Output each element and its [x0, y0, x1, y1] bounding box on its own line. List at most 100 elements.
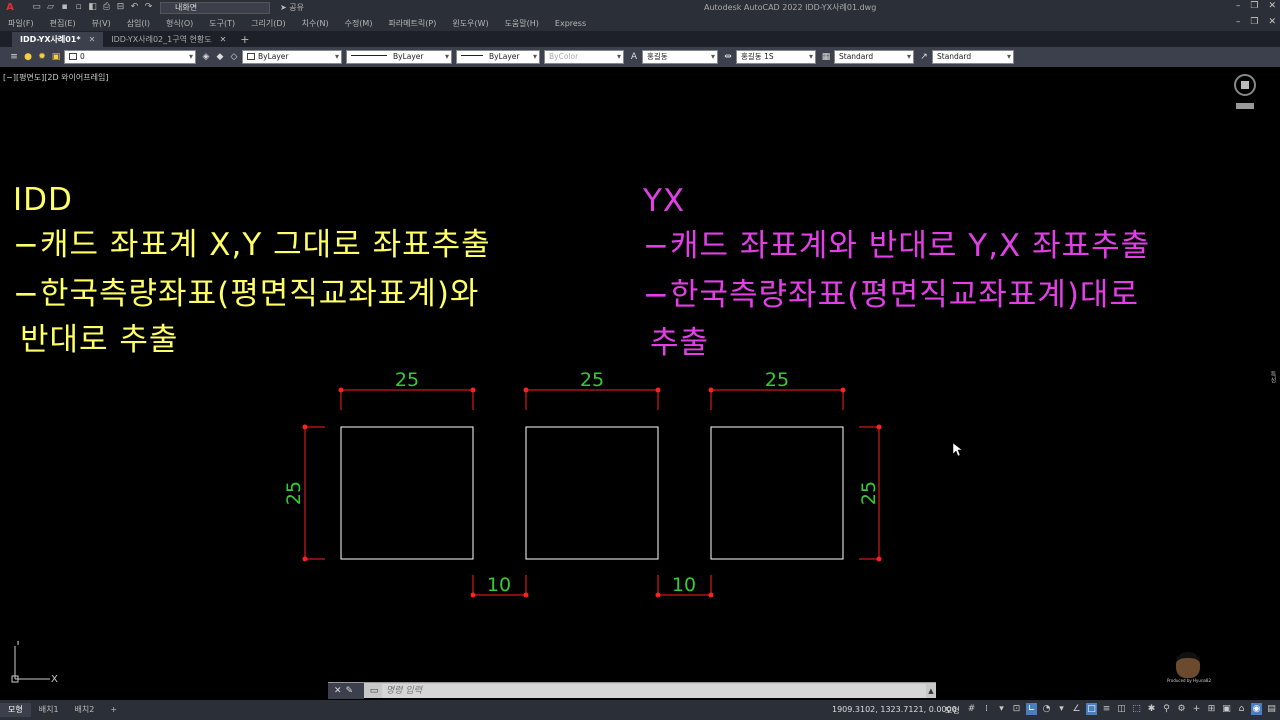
command-close-icon[interactable]: ✕	[334, 686, 342, 696]
undo-icon[interactable]: ↶	[129, 2, 140, 13]
command-history-icon[interactable]: ▲	[926, 687, 936, 695]
layer-dropdown[interactable]: 0	[64, 50, 196, 64]
layout-tab-model[interactable]: 모형	[0, 703, 31, 717]
tab-close-icon[interactable]: ✕	[220, 32, 227, 47]
square-3[interactable]	[710, 426, 844, 560]
annotation-monitor-icon[interactable]: +	[1191, 703, 1202, 715]
snap-icon[interactable]: ⁞	[981, 703, 992, 715]
menu-format[interactable]: 형식(O)	[166, 18, 193, 29]
print-icon[interactable]: ⊟	[115, 2, 126, 13]
quick-properties-icon[interactable]: ▣	[1221, 703, 1232, 715]
plotstyle-dropdown[interactable]: ByColor	[544, 50, 624, 64]
dim-style-dropdown[interactable]: 홍길동 1S	[736, 50, 816, 64]
layer-on-icon[interactable]: ●	[22, 51, 34, 63]
selection-cycling-icon[interactable]: ⬚	[1131, 703, 1142, 715]
table-style-dropdown[interactable]: Standard	[834, 50, 914, 64]
web-save-icon[interactable]: ◧	[87, 2, 98, 13]
lock-ui-icon[interactable]: ⌂	[1236, 703, 1247, 715]
tab-idd-yx01[interactable]: IDD-YX사례01* ✕	[12, 32, 104, 47]
drawing-viewport[interactable]: [−][평면도][2D 와이어프레임] IDD −캐드 좌표계 X,Y 그대로 …	[0, 67, 1280, 683]
share-button[interactable]: ➤ 공유	[280, 2, 304, 13]
workspace-dropdown[interactable]: 내화면	[160, 1, 270, 14]
isolate-objects-icon[interactable]: ◉	[1251, 703, 1262, 715]
dim-style-icon[interactable]: ⇹	[722, 51, 734, 63]
color-dropdown[interactable]: ByLayer	[242, 50, 342, 64]
menu-help[interactable]: 도움말(H)	[505, 18, 539, 29]
workspace-switch-icon[interactable]: ⚙	[1176, 703, 1187, 715]
multileader-style-dropdown[interactable]: Standard	[932, 50, 1014, 64]
redo-icon[interactable]: ↷	[143, 2, 154, 13]
isodraft-icon[interactable]: ▾	[1056, 703, 1067, 715]
gap-dimension-2[interactable]: 10	[655, 574, 714, 598]
table-style-icon[interactable]: ▦	[820, 51, 832, 63]
open-file-icon[interactable]: ▱	[45, 2, 56, 13]
drawing-canvas[interactable]: 25 25 25 25 25 10 10	[0, 67, 1272, 683]
new-file-icon[interactable]: ▭	[31, 2, 42, 13]
layer-states-icon[interactable]: ◇	[228, 51, 240, 63]
model-space-button[interactable]: 모형	[945, 705, 960, 716]
layer-properties-icon[interactable]: ≡	[8, 51, 20, 63]
menu-draw[interactable]: 그리기(D)	[251, 18, 285, 29]
properties-palette-strip[interactable]: 특성	[1268, 371, 1277, 383]
menu-modify[interactable]: 수정(M)	[345, 18, 373, 29]
menu-file[interactable]: 파일(F)	[8, 18, 34, 29]
gap-dimension-1[interactable]: 10	[470, 574, 529, 598]
square-2[interactable]	[525, 426, 659, 560]
command-customize-icon[interactable]: ✎	[346, 686, 354, 696]
layout-tab-layout1[interactable]: 배치1	[31, 703, 67, 717]
make-current-icon[interactable]: ◈	[200, 51, 212, 63]
text-style-icon[interactable]: A	[628, 51, 640, 63]
menu-express[interactable]: Express	[555, 19, 586, 28]
3d-osnap-icon[interactable]: ✱	[1146, 703, 1157, 715]
add-layout-plus-icon[interactable]: +	[102, 703, 125, 717]
transparency-icon[interactable]: ◫	[1116, 703, 1127, 715]
plot-icon[interactable]: ⎙	[101, 2, 112, 13]
tab-close-icon[interactable]: ✕	[89, 32, 96, 47]
doc-restore-icon[interactable]: ❐	[1250, 17, 1258, 27]
units-icon[interactable]: ⊞	[1206, 703, 1217, 715]
new-tab-plus-icon[interactable]: +	[234, 32, 255, 47]
lineweight-icon[interactable]: ≡	[1101, 703, 1112, 715]
restore-icon[interactable]: ❐	[1250, 1, 1258, 11]
tab-idd-yx02[interactable]: IDD-YX사례02_1구역 현황도 ✕	[103, 32, 234, 47]
doc-minimize-icon[interactable]: –	[1236, 17, 1241, 27]
lineweight-dropdown[interactable]: ByLayer	[456, 50, 540, 64]
polar-icon[interactable]: ◔	[1041, 703, 1052, 715]
menu-view[interactable]: 뷰(V)	[92, 18, 111, 29]
layer-lock-icon[interactable]: ▣	[50, 51, 62, 63]
layout-tab-layout2[interactable]: 배치2	[67, 703, 103, 717]
menu-dimension[interactable]: 치수(N)	[302, 18, 329, 29]
top-dimension-1[interactable]: 25	[338, 369, 476, 410]
menu-parametric[interactable]: 파라메트릭(P)	[388, 18, 436, 29]
save-icon[interactable]: ▪	[59, 2, 70, 13]
doc-close-icon[interactable]: ✕	[1268, 17, 1276, 27]
recent-commands-icon[interactable]: ▭	[368, 685, 380, 697]
top-dimension-2[interactable]: 25	[523, 369, 661, 410]
coordinates-readout[interactable]: 1909.3102, 1323.7121, 0.0000	[832, 705, 957, 714]
menu-edit[interactable]: 편집(E)	[50, 18, 76, 29]
layer-previous-icon[interactable]: ◆	[214, 51, 226, 63]
close-icon[interactable]: ✕	[1268, 1, 1276, 11]
right-dimension[interactable]: 25	[858, 424, 882, 562]
top-dimension-3[interactable]: 25	[708, 369, 846, 410]
linetype-dropdown[interactable]: ByLayer	[346, 50, 452, 64]
command-input[interactable]	[382, 683, 926, 698]
menu-tools[interactable]: 도구(T)	[209, 18, 235, 29]
multileader-style-icon[interactable]: ↗	[918, 51, 930, 63]
infer-icon[interactable]: ▾	[996, 703, 1007, 715]
menu-insert[interactable]: 삽입(I)	[127, 18, 150, 29]
text-style-dropdown[interactable]: 홍길동	[642, 50, 718, 64]
grid-icon[interactable]: #	[966, 703, 977, 715]
left-dimension[interactable]: 25	[283, 424, 325, 562]
menu-window[interactable]: 윈도우(W)	[452, 18, 488, 29]
save-as-icon[interactable]: ▫	[73, 2, 84, 13]
square-1[interactable]	[340, 426, 474, 560]
autocad-logo-icon[interactable]: A	[3, 1, 17, 14]
dynamic-input-icon[interactable]: ⊡	[1011, 703, 1022, 715]
annotation-scale-icon[interactable]: ⚲	[1161, 703, 1172, 715]
object-snap-tracking-icon[interactable]: ∠	[1071, 703, 1082, 715]
minimize-icon[interactable]: –	[1236, 1, 1241, 11]
ortho-icon[interactable]: ∟	[1026, 703, 1037, 715]
graphics-performance-icon[interactable]: ▤	[1266, 703, 1277, 715]
object-snap-icon[interactable]: □	[1086, 703, 1097, 715]
